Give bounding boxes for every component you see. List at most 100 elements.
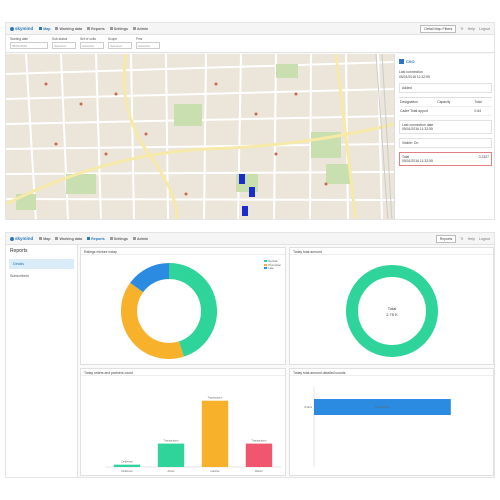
orders-bar-chart: Delivered Delivered Transactions Active Tran… [105, 396, 281, 473]
data-icon [55, 27, 59, 30]
report-icon [87, 237, 91, 240]
bar-active[interactable] [157, 443, 185, 467]
map-icon [39, 27, 43, 30]
nav-working-data[interactable]: Working data [55, 237, 82, 241]
bar-return[interactable] [245, 443, 273, 467]
logout-button[interactable]: Logout [479, 237, 490, 241]
units-select[interactable]: Selection [80, 42, 104, 49]
user-icon [132, 237, 136, 240]
nav-map[interactable]: Map [39, 237, 50, 241]
total-amount-panel: Today total amount Total 2.75 K [289, 247, 494, 365]
x-tick-label: Inactive [211, 469, 220, 473]
orders-bar-panel: Today orders and partners count Delivere… [80, 368, 286, 476]
site-icon [399, 58, 404, 64]
pins-select[interactable]: Selection [136, 42, 160, 49]
filter-units: Set of units Selection [80, 37, 104, 50]
nav-working-data[interactable]: Working data [55, 27, 82, 31]
app-logo[interactable]: skymind [10, 26, 33, 31]
app-bar: skymind Map Working data Reports Setting… [6, 23, 494, 35]
detail-panel-header: CSO [399, 57, 492, 65]
main-nav: Map Working data Reports Settings Admin [39, 27, 148, 31]
sidebar-title: Reports [10, 248, 28, 254]
ratings-legend: Normal Promotion Late [264, 259, 281, 271]
sidebar-item-subscribers[interactable]: Subscribers [6, 271, 77, 281]
gear-icon [109, 237, 113, 240]
donut-center-value: 2.75 K [386, 312, 398, 317]
report-icon [87, 27, 91, 30]
ratings-chart-panel: Ratings mixture today Normal Promotion L… [80, 247, 286, 365]
donut-slice-total[interactable] [346, 265, 438, 357]
y-tick-label: Orders [304, 405, 313, 409]
filter-pins: Pins Selection [136, 37, 160, 50]
logo-text: skymind [15, 26, 34, 31]
logo-icon [10, 236, 14, 241]
amount-hbar-title: Today total amount detailed counts [293, 371, 346, 375]
ratings-donut-chart [121, 263, 217, 359]
view-select[interactable]: Detail Map Filters [420, 24, 457, 33]
bar-data-label: Delivered [122, 460, 134, 464]
ratings-chart-title: Ratings mixture today [84, 250, 117, 254]
filter-scope: Scope Selection [108, 37, 132, 50]
x-tick-label: Return [255, 469, 263, 473]
app-logo-reports[interactable]: skymind [10, 236, 33, 241]
help-button[interactable]: Help [468, 237, 475, 241]
app-bar-right: Detail Map Filters Tr Help Logout [420, 24, 490, 33]
nav-admin[interactable]: Admin [132, 237, 148, 241]
detail-table: Designation Capacity Total Cadre Total a… [399, 97, 492, 116]
nav-reports[interactable]: Reports [87, 237, 105, 241]
help-button[interactable]: Help [468, 27, 475, 31]
logout-button[interactable]: Logout [479, 27, 490, 31]
main-nav-reports: Map Working data Reports Settings Admin [39, 237, 148, 241]
amount-hbar-panel: Today total amount detailed counts Trans… [289, 368, 494, 476]
total-amount-title: Today total amount [293, 250, 322, 254]
bar-delivered[interactable] [113, 464, 141, 467]
orders-bar-title: Today orders and partners count [84, 371, 133, 375]
donut-slice-late[interactable] [130, 263, 170, 293]
data-icon [55, 237, 59, 240]
bar-inactive[interactable] [201, 400, 229, 467]
map-view-screenshot: skymind Map Working data Reports Setting… [5, 22, 495, 220]
total-donut-chart: Total2.75 K [346, 265, 438, 357]
detail-panel: CSO Last connection 05/01/2016 11:32:55 … [394, 54, 494, 219]
user-icon [132, 27, 136, 30]
donut-center-label: Total [388, 306, 397, 311]
nav-settings[interactable]: Settings [109, 27, 128, 31]
lang-button[interactable]: Tr [460, 27, 463, 31]
nav-admin[interactable]: Admin [132, 27, 148, 31]
app-bar-right-reports: Reports Tr Help Logout [435, 234, 490, 243]
nav-reports[interactable]: Reports [87, 27, 105, 31]
highlight-box: Total 0.2327 05/01/2016 11:32:55 [399, 152, 492, 166]
map-icon [39, 237, 43, 240]
scope-select[interactable]: Selection [108, 42, 132, 49]
map-canvas [6, 54, 394, 219]
filter-start-date: Starting date 05/01/2016 [10, 37, 48, 50]
lang-button[interactable]: Tr [460, 237, 463, 241]
start-date-input[interactable]: 05/01/2016 [10, 42, 48, 49]
visibility-row[interactable]: Visible: On [399, 138, 492, 148]
hbar-data-label: Transactions [375, 405, 390, 409]
street-map[interactable] [6, 54, 394, 219]
sidebar-item-details[interactable]: Details [9, 259, 74, 269]
reports-screenshot: skymind Map Working data Reports Setting… [5, 232, 495, 478]
report-select[interactable]: Reports [435, 234, 457, 243]
nav-settings[interactable]: Settings [109, 237, 128, 241]
nav-map[interactable]: Map [39, 27, 50, 31]
filter-bar: Starting date 05/01/2016 Sub-status Sele… [6, 35, 494, 53]
bar-data-label: Transactions [208, 396, 223, 400]
bar-data-label: Transactions [252, 439, 267, 443]
logo-icon [10, 26, 14, 31]
x-tick-label: Active [167, 469, 175, 473]
donut-slice-promotion[interactable] [121, 282, 184, 359]
app-bar-reports: skymind Map Working data Reports Setting… [6, 233, 494, 245]
x-tick-label: Delivered [122, 469, 134, 473]
filter-sub-status: Sub-status Selection [52, 37, 76, 50]
reports-sidebar: Reports Details Subscribers [6, 245, 78, 477]
status-chip[interactable]: Added [399, 83, 492, 93]
amount-hbar-chart: Transactions Orders [304, 387, 451, 467]
bar-data-label: Transactions [164, 439, 179, 443]
sub-status-select[interactable]: Selection [52, 42, 76, 49]
detail-intro: Last connection 05/01/2016 11:32:55 [399, 70, 430, 79]
info-box: Last connection date 05/01/2016 11:32:55 [399, 120, 492, 134]
donut-slice-normal[interactable] [168, 263, 217, 357]
legend-item-late[interactable]: Late [264, 266, 281, 271]
